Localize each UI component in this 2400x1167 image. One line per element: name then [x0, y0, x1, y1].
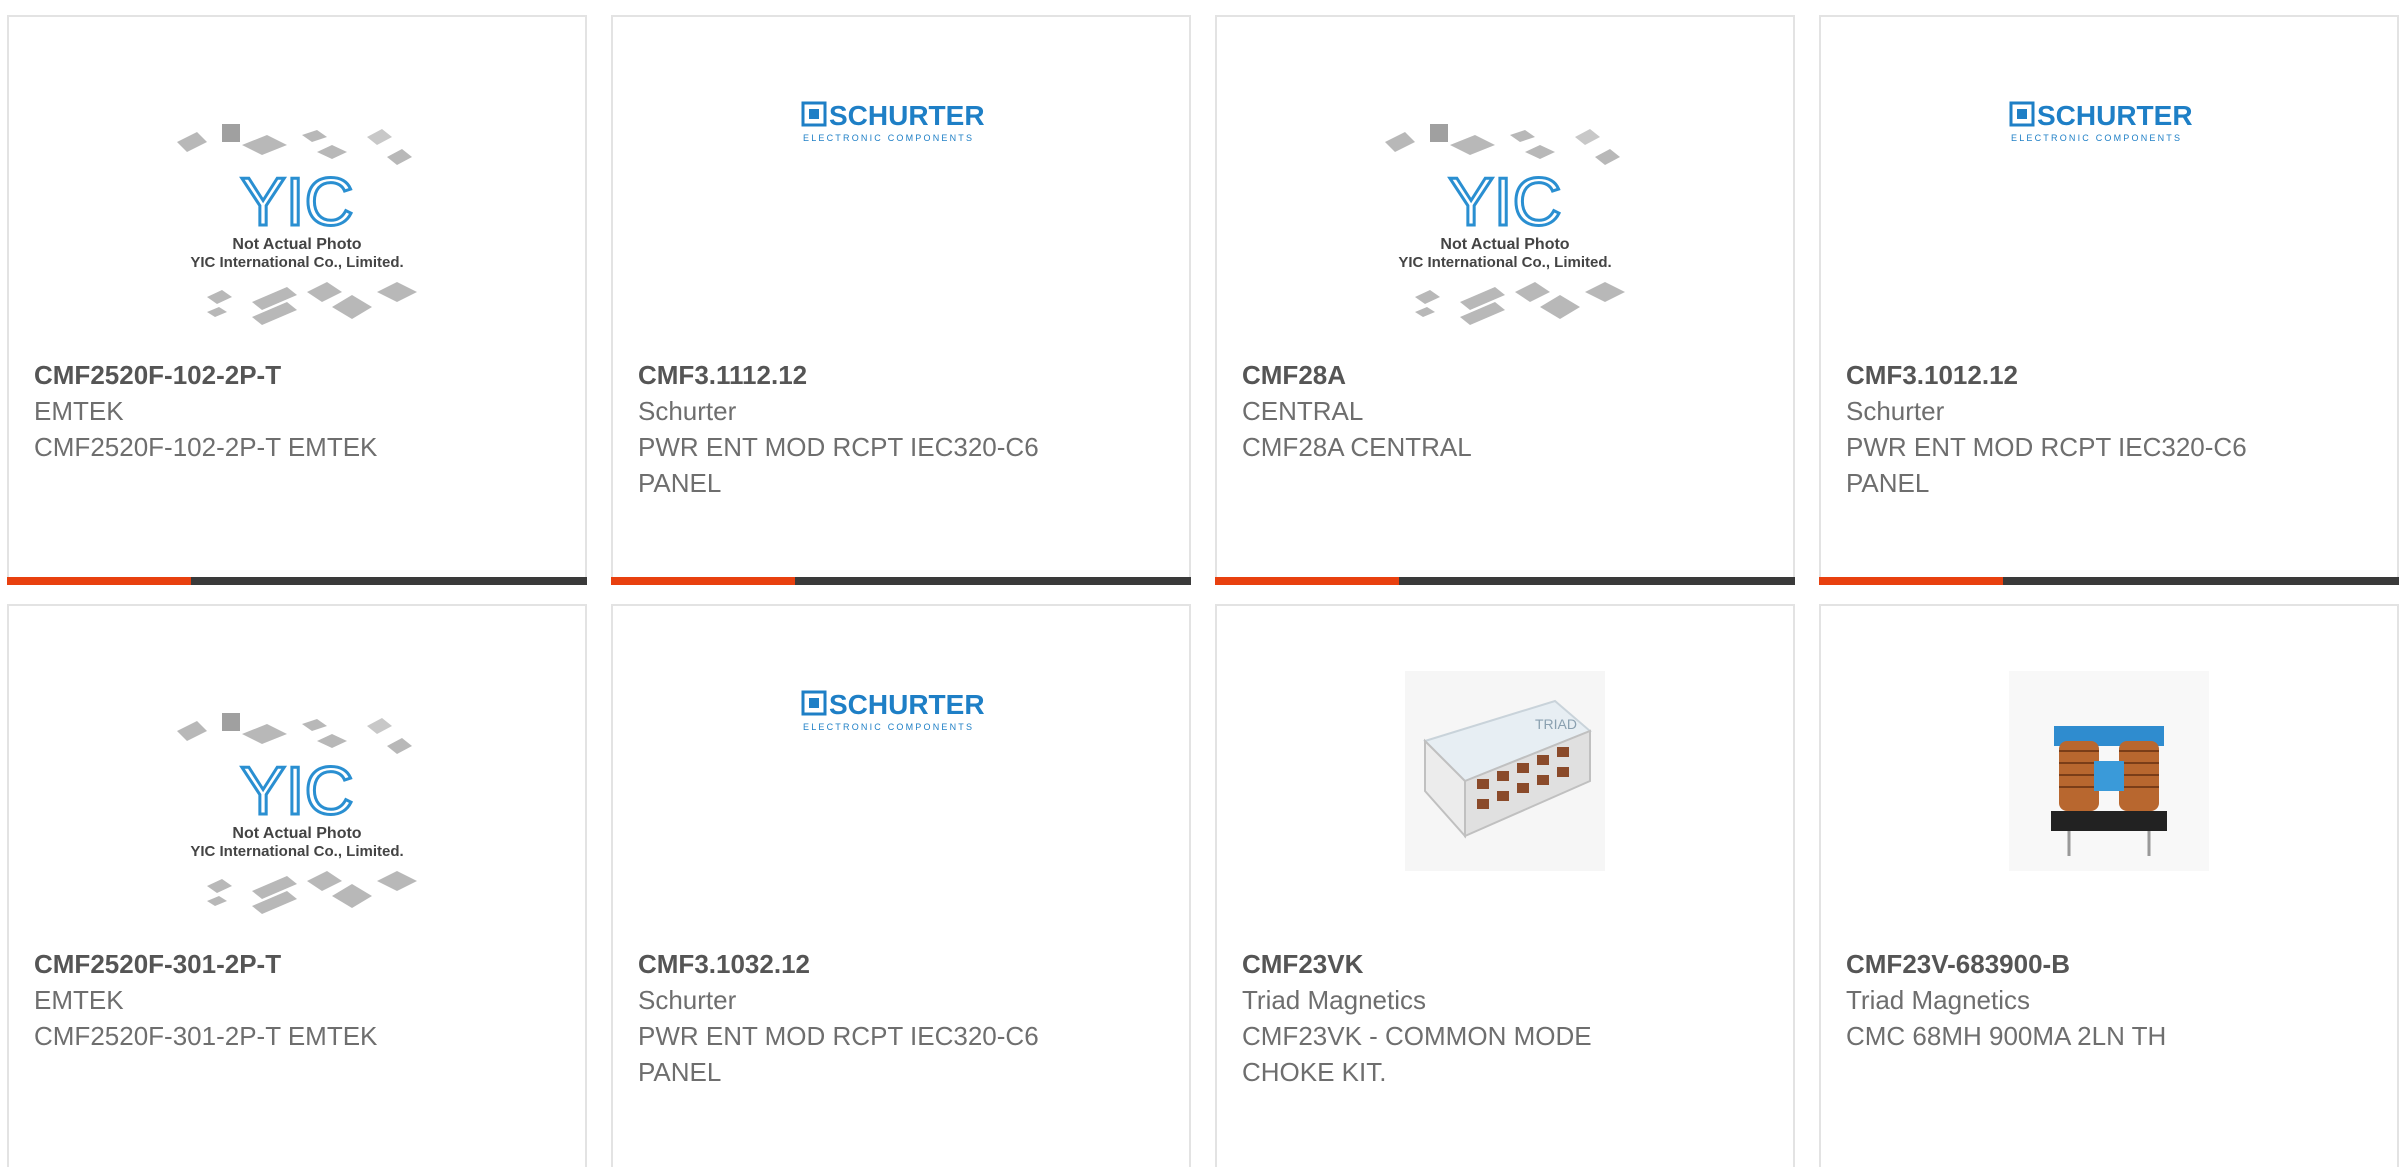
- description: CMC 68MH 900MA 2LN TH: [1846, 1021, 2167, 1051]
- card-bottom-bar: [611, 577, 1191, 585]
- schurter-logo-image: SCHURTER ELECTRONIC COMPONENTS: [801, 689, 985, 732]
- svg-text:SCHURTER: SCHURTER: [829, 100, 985, 131]
- svg-text:YIC International Co., Limited: YIC International Co., Limited.: [190, 254, 403, 271]
- svg-text:TRIAD: TRIAD: [1535, 716, 1577, 732]
- part-number[interactable]: CMF3.1112.12: [638, 357, 1058, 393]
- yic-placeholder-image: YIC Not Actual Photo YIC International C…: [177, 124, 417, 325]
- product-image[interactable]: TRIAD: [1217, 671, 1793, 936]
- product-grid: YIC Not Actual Photo YIC International C…: [0, 0, 2400, 1167]
- product-image[interactable]: SCHURTER ELECTRONIC COMPONENTS: [613, 686, 1189, 936]
- product-card[interactable]: TRIAD CMF23VK Triad Magnetics CMF23VK - …: [1215, 604, 1795, 1167]
- description: PWR ENT MOD RCPT IEC320-C6 PANEL: [638, 432, 1039, 498]
- choke-kit-photo: TRIAD: [1405, 671, 1605, 871]
- description: CMF2520F-102-2P-T EMTEK: [34, 432, 378, 462]
- description: CMF23VK - COMMON MODE CHOKE KIT.: [1242, 1021, 1592, 1087]
- manufacturer: EMTEK: [34, 985, 124, 1015]
- svg-text:SCHURTER: SCHURTER: [2037, 100, 2193, 131]
- part-number[interactable]: CMF23VK: [1242, 946, 1662, 982]
- part-number[interactable]: CMF28A: [1242, 357, 1662, 393]
- product-image[interactable]: YIC Not Actual Photo YIC International C…: [9, 686, 585, 936]
- svg-text:YIC International Co., Limited: YIC International Co., Limited.: [1398, 254, 1611, 271]
- manufacturer: Triad Magnetics: [1846, 985, 2030, 1015]
- product-card[interactable]: CMF23V-683900-B Triad Magnetics CMC 68MH…: [1819, 604, 2399, 1167]
- schurter-logo-image: SCHURTER ELECTRONIC COMPONENTS: [2009, 100, 2193, 143]
- svg-text:YIC: YIC: [240, 753, 353, 829]
- part-number[interactable]: CMF2520F-301-2P-T: [34, 946, 454, 982]
- product-card[interactable]: SCHURTER ELECTRONIC COMPONENTS CMF3.1112…: [611, 15, 1191, 585]
- svg-text:Not Actual Photo: Not Actual Photo: [232, 236, 361, 253]
- svg-text:YIC International Co., Limited: YIC International Co., Limited.: [190, 843, 403, 860]
- svg-text:ELECTRONIC COMPONENTS: ELECTRONIC COMPONENTS: [803, 133, 974, 143]
- part-number[interactable]: CMF3.1032.12: [638, 946, 1058, 982]
- svg-text:SCHURTER: SCHURTER: [829, 689, 985, 720]
- product-card[interactable]: YIC Not Actual Photo YIC International C…: [7, 15, 587, 585]
- svg-text:Not Actual Photo: Not Actual Photo: [232, 825, 361, 842]
- product-image[interactable]: YIC Not Actual Photo YIC International C…: [9, 97, 585, 347]
- manufacturer: EMTEK: [34, 396, 124, 426]
- description: CMF28A CENTRAL: [1242, 432, 1472, 462]
- manufacturer: CENTRAL: [1242, 396, 1364, 426]
- description: PWR ENT MOD RCPT IEC320-C6 PANEL: [638, 1021, 1039, 1087]
- svg-text:ELECTRONIC COMPONENTS: ELECTRONIC COMPONENTS: [803, 722, 974, 732]
- manufacturer: Schurter: [638, 396, 737, 426]
- card-bottom-bar: [7, 577, 587, 585]
- manufacturer: Schurter: [1846, 396, 1945, 426]
- manufacturer: Triad Magnetics: [1242, 985, 1426, 1015]
- svg-text:Not Actual Photo: Not Actual Photo: [1440, 236, 1569, 253]
- svg-text:ELECTRONIC COMPONENTS: ELECTRONIC COMPONENTS: [2011, 133, 2182, 143]
- description: CMF2520F-301-2P-T EMTEK: [34, 1021, 378, 1051]
- yic-placeholder-image: YIC Not Actual Photo YIC International C…: [1385, 124, 1625, 325]
- svg-text:YIC: YIC: [240, 164, 353, 240]
- description: PWR ENT MOD RCPT IEC320-C6 PANEL: [1846, 432, 2247, 498]
- choke-photo: [2009, 671, 2209, 871]
- product-card[interactable]: SCHURTER ELECTRONIC COMPONENTS CMF3.1012…: [1819, 15, 2399, 585]
- card-bottom-bar: [1215, 577, 1795, 585]
- manufacturer: Schurter: [638, 985, 737, 1015]
- product-image[interactable]: YIC Not Actual Photo YIC International C…: [1217, 97, 1793, 347]
- part-number[interactable]: CMF23V-683900-B: [1846, 946, 2266, 982]
- card-bottom-bar: [1819, 577, 2399, 585]
- product-card[interactable]: YIC Not Actual Photo YIC International C…: [1215, 15, 1795, 585]
- product-image[interactable]: SCHURTER ELECTRONIC COMPONENTS: [613, 97, 1189, 347]
- product-card[interactable]: SCHURTER ELECTRONIC COMPONENTS CMF3.1032…: [611, 604, 1191, 1167]
- part-number[interactable]: CMF3.1012.12: [1846, 357, 2266, 393]
- yic-placeholder-image: YIC Not Actual Photo YIC International C…: [177, 713, 417, 914]
- product-image[interactable]: SCHURTER ELECTRONIC COMPONENTS: [1821, 97, 2397, 347]
- product-card[interactable]: YIC Not Actual Photo YIC International C…: [7, 604, 587, 1167]
- product-image[interactable]: [1821, 671, 2397, 936]
- schurter-logo-image: SCHURTER ELECTRONIC COMPONENTS: [801, 100, 985, 143]
- part-number[interactable]: CMF2520F-102-2P-T: [34, 357, 454, 393]
- svg-text:YIC: YIC: [1448, 164, 1561, 240]
